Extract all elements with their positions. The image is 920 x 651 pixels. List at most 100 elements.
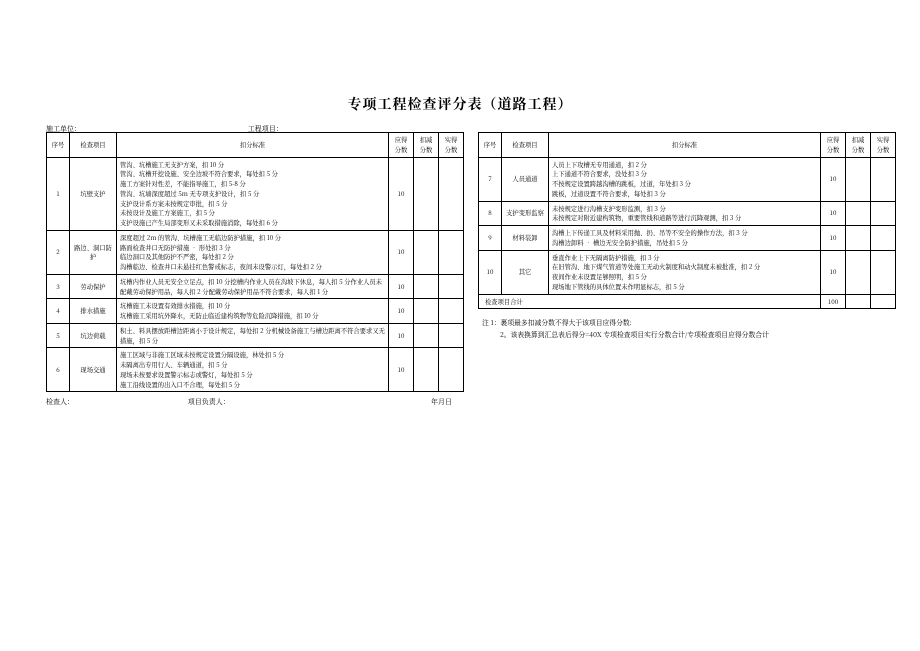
note-1: 注 1：裹项最多扣减分数不得大于该项目应得分数: (482, 317, 896, 329)
cell-s2 (414, 299, 439, 324)
cell-idx: 6 (47, 348, 70, 392)
date-label: 年月日 (431, 397, 452, 407)
cell-s3 (439, 348, 464, 392)
cell-s3 (439, 274, 464, 299)
cell-std: 沟槽上下传递工具及材料采用抛、扔、吊等不安全的操作方法，扣 3 分沟槽边卸料 •… (549, 226, 821, 251)
cell-s3 (439, 230, 464, 274)
left-table: 序号 检查项目 扣分标准 应得分数 扣减分数 实得分数 1坑壁支护管沟、坑槽施工… (46, 132, 464, 392)
cell-item: 材料装卸 (502, 226, 549, 251)
table-row: 8支护变形监察未按规定进行沟槽支护变形监测，扣 3 分未按规定对附近建构筑物，重… (479, 201, 896, 226)
table-row: 5坑边荷载积土、料具摆放距槽边距离小于设计规定，每处扣 2 分机械设备施工与槽边… (47, 323, 464, 348)
cell-s1: 10 (821, 157, 846, 201)
cell-item: 路边、洞口防护 (70, 230, 117, 274)
cell-s2 (414, 323, 439, 348)
cell-idx: 10 (479, 250, 502, 294)
cell-item: 支护变形监察 (502, 201, 549, 226)
cell-idx: 3 (47, 274, 70, 299)
cell-idx: 4 (47, 299, 70, 324)
cell-s3 (871, 226, 896, 251)
col-item: 检查项目 (70, 133, 117, 158)
cell-s2 (414, 230, 439, 274)
cell-idx: 8 (479, 201, 502, 226)
cell-item: 坑壁支护 (70, 157, 117, 230)
col-s3: 实得分数 (439, 133, 464, 158)
cell-s2 (846, 201, 871, 226)
header-row: 施工单位： 工程项目： (46, 124, 898, 134)
table-row: 10其它垂直作业上下无隔离防护措施，扣 3 分在旧管沟、地下煤气管道等处施工无动… (479, 250, 896, 294)
col-std: 扣分标准 (117, 133, 389, 158)
cell-idx: 2 (47, 230, 70, 274)
cell-s1: 10 (821, 201, 846, 226)
cell-s1: 10 (389, 157, 414, 230)
cell-s2 (414, 274, 439, 299)
col-s1: 应得分数 (389, 133, 414, 158)
cell-std: 垂直作业上下无隔离防护措施，扣 3 分在旧管沟、地下煤气管道等处施工无动火制度和… (549, 250, 821, 294)
cell-s1: 10 (389, 348, 414, 392)
cell-idx: 5 (47, 323, 70, 348)
table-row: 1坑壁支护管沟、坑槽施工无支护方案，扣 10 分管沟、坑槽开挖设施、安全边坡不符… (47, 157, 464, 230)
inspector-label: 检查人： (46, 397, 186, 407)
cell-s3 (439, 299, 464, 324)
totals-label: 检查项目合计 (479, 294, 821, 309)
table-row: 6现场交通施工区域与非施工区域未按规定设置分隔设施，林处扣 5 分未隔离出专用行… (47, 348, 464, 392)
unit-label: 施工单位： (46, 124, 246, 134)
totals-s1: 100 (821, 294, 846, 309)
table-row: 4排水措施坑槽施工未设置有效排水措施，扣 10 分坑槽施工采用坑外降水，无防止临… (47, 299, 464, 324)
cell-s2 (414, 348, 439, 392)
col-s3: 实得分数 (871, 133, 896, 158)
cell-item: 其它 (502, 250, 549, 294)
table-row: 2路边、洞口防护深度超过 2m 的管沟、坑槽施工无临边防护措施，扣 10 分路面… (47, 230, 464, 274)
cell-std: 施工区域与非施工区域未按规定设置分隔设施，林处扣 5 分未隔离出专用行人、车辆通… (117, 348, 389, 392)
cell-item: 人员通道 (502, 157, 549, 201)
cell-s2 (414, 157, 439, 230)
cell-std: 坑槽施工未设置有效排水措施，扣 10 分坑槽施工采用坑外降水，无防止临近建构筑物… (117, 299, 389, 324)
cell-item: 坑边荷载 (70, 323, 117, 348)
cell-s1: 10 (389, 299, 414, 324)
cell-std: 管沟、坑槽施工无支护方案，扣 10 分管沟、坑槽开挖设施、安全边坡不符合要求，每… (117, 157, 389, 230)
cell-std: 深度超过 2m 的管沟、坑槽施工无临边防护措施，扣 10 分路面检查井口无防护措… (117, 230, 389, 274)
cell-s2 (846, 226, 871, 251)
cell-std: 未按规定进行沟槽支护变形监测，扣 3 分未按规定对附近建构筑物，重要管线和道路等… (549, 201, 821, 226)
totals-row: 检查项目合计 100 (479, 294, 896, 309)
col-s2: 扣减分数 (846, 133, 871, 158)
cell-s1: 10 (389, 274, 414, 299)
cell-std: 人员上下攻槽无专用通道，扣 2 分上下通道不符合要求，没处扣 3 分不按规定设置… (549, 157, 821, 201)
cell-s3 (871, 201, 896, 226)
notes: 注 1：裹项最多扣减分数不得大于该项目应得分数: 2。该表换算到汇总表后得分=4… (478, 317, 896, 340)
cell-item: 现场交通 (70, 348, 117, 392)
col-item: 检查项目 (502, 133, 549, 158)
cell-s2 (846, 157, 871, 201)
cell-s1: 10 (389, 323, 414, 348)
cell-s1: 10 (821, 226, 846, 251)
totals-s3 (871, 294, 896, 309)
project-label: 工程项目： (248, 124, 283, 134)
cell-idx: 9 (479, 226, 502, 251)
table-header: 序号 检查项目 扣分标准 应得分数 扣减分数 实得分数 (479, 133, 896, 158)
col-std: 扣分标准 (549, 133, 821, 158)
right-table: 序号 检查项目 扣分标准 应得分数 扣减分数 实得分数 7人员通道人员上下攻槽无… (478, 132, 896, 309)
table-header: 序号 检查项目 扣分标准 应得分数 扣减分数 实得分数 (47, 133, 464, 158)
cell-std: 积土、料具摆放距槽边距离小于设计规定，每处扣 2 分机械设备施工与槽边距离不符合… (117, 323, 389, 348)
col-idx: 序号 (479, 133, 502, 158)
cell-s3 (439, 323, 464, 348)
cell-std: 坑槽内作业人员无安全立足点，扣 10 分挖槽内作业人员在沟坡下休息，每人扣 5 … (117, 274, 389, 299)
cell-s3 (871, 250, 896, 294)
cell-s3 (871, 157, 896, 201)
cell-s3 (439, 157, 464, 230)
col-s1: 应得分数 (821, 133, 846, 158)
cell-s1: 10 (389, 230, 414, 274)
cell-idx: 1 (47, 157, 70, 230)
table-row: 7人员通道人员上下攻槽无专用通道，扣 2 分上下通道不符合要求，没处扣 3 分不… (479, 157, 896, 201)
footer-row: 检查人： 项目负责人： 年月日 (46, 397, 464, 407)
cell-idx: 7 (479, 157, 502, 201)
col-s2: 扣减分数 (414, 133, 439, 158)
note-2: 2。该表换算到汇总表后得分=40X 专项检查项目实行分数合计/专项检查项目应得分… (482, 329, 896, 341)
table-row: 3劳动保护坑槽内作业人员无安全立足点，扣 10 分挖槽内作业人员在沟坡下休息，每… (47, 274, 464, 299)
page-title: 专项工程检查评分表（道路工程） (0, 94, 920, 114)
cell-item: 劳动保护 (70, 274, 117, 299)
cell-s2 (846, 250, 871, 294)
cell-s1: 10 (821, 250, 846, 294)
leader-label: 项目负责人： (188, 397, 388, 407)
totals-s2 (846, 294, 871, 309)
col-idx: 序号 (47, 133, 70, 158)
